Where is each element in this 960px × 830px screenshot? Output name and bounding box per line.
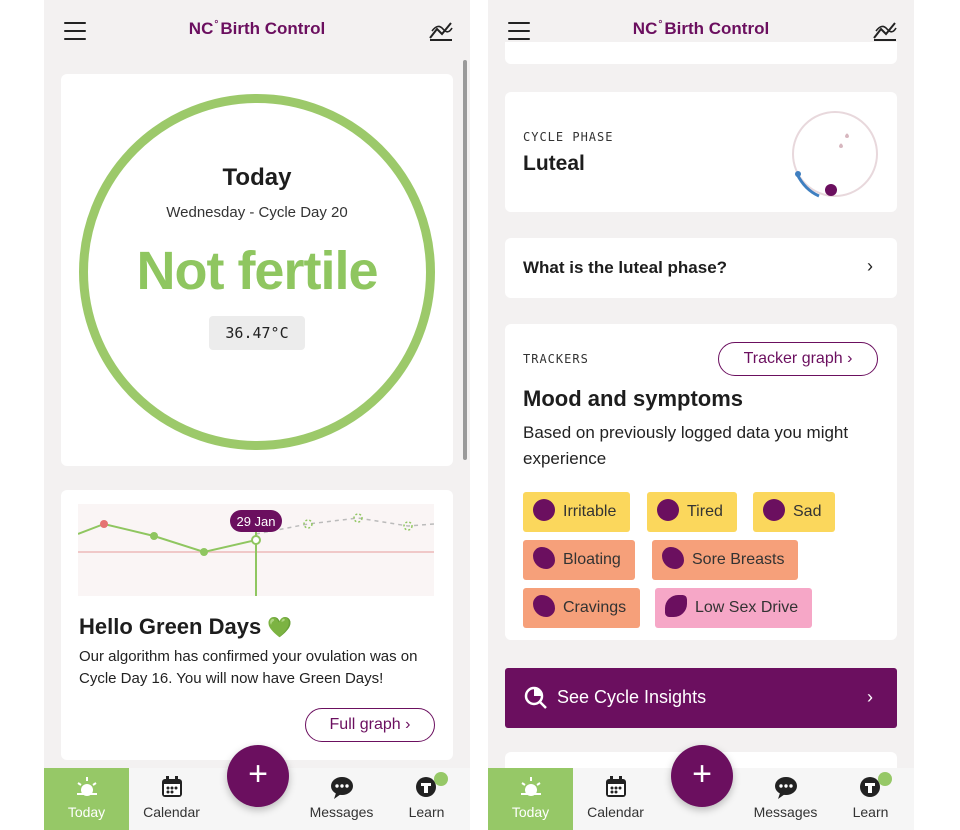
green-heart-icon: 💚	[267, 617, 293, 639]
fertility-status: Not fertile	[136, 241, 378, 301]
chip-cravings[interactable]: Cravings	[523, 588, 641, 628]
tired-face-icon	[657, 499, 679, 522]
graph-icon[interactable]	[428, 18, 454, 42]
graph-point	[150, 532, 158, 540]
nav-learn[interactable]: Learn	[384, 768, 469, 830]
graph-point	[200, 548, 208, 556]
scrollbar[interactable]	[463, 60, 467, 460]
chevron-right-icon: ›	[405, 716, 411, 733]
nav-messages[interactable]: Messages	[299, 768, 384, 830]
app-brand: NC° Birth Control	[632, 19, 770, 38]
green-days-title: Hello Green Days 💚	[79, 614, 293, 639]
messages-icon	[774, 777, 797, 799]
nav-messages[interactable]: Messages	[743, 768, 828, 830]
tracker-graph-button[interactable]: Tracker graph ›	[718, 342, 878, 376]
messages-icon	[330, 777, 353, 799]
luteal-phase-link[interactable]: What is the luteal phase? ›	[505, 238, 897, 298]
chip-irritable[interactable]: Irritable	[523, 492, 631, 532]
chevron-right-icon: ›	[847, 350, 853, 367]
phone-screen-cycle: NC° Birth Control CYCLE PHASE Luteal What…	[488, 0, 914, 830]
bloating-icon	[533, 547, 555, 570]
cycle-day-label: Wednesday - Cycle Day 20	[166, 204, 348, 221]
cycle-phase-name: Luteal	[523, 152, 585, 175]
chip-bloating[interactable]: Bloating	[523, 540, 635, 580]
graph-date-label: 29 Jan	[236, 514, 275, 529]
add-button[interactable]: +	[227, 745, 289, 807]
learn-notification-dot	[878, 772, 892, 786]
temperature-mini-graph[interactable]: 29 Jan	[78, 504, 434, 596]
nav-today[interactable]: Today	[44, 768, 129, 830]
graph-point	[251, 535, 261, 545]
graph-point	[100, 520, 108, 528]
trackers-label: TRACKERS	[523, 352, 589, 366]
temperature-badge[interactable]: 36.47°C	[209, 316, 305, 350]
chevron-right-icon: ›	[867, 256, 873, 276]
cravings-icon	[533, 595, 555, 618]
mood-title: Mood and symptoms	[523, 386, 744, 411]
sun-icon	[76, 777, 97, 796]
calendar-icon	[605, 776, 626, 797]
calendar-icon	[161, 776, 182, 797]
today-status-card[interactable]: Today Wednesday - Cycle Day 20 Not ferti…	[61, 74, 453, 466]
green-days-card: 29 Jan Hello Green Days 💚 Our algorithm …	[61, 490, 453, 760]
sad-face-icon	[763, 499, 785, 522]
chip-low-sex-drive[interactable]: Low Sex Drive	[655, 588, 813, 628]
chip-sad[interactable]: Sad	[753, 492, 836, 532]
nav-learn[interactable]: Learn	[828, 768, 913, 830]
insights-icon	[524, 686, 547, 709]
app-brand: NC° Birth Control	[188, 19, 326, 38]
full-graph-button[interactable]: Full graph ›	[305, 708, 435, 742]
chip-sore-breasts[interactable]: Sore Breasts	[652, 540, 799, 580]
sore-breasts-icon	[662, 547, 684, 570]
sun-icon	[520, 777, 541, 796]
learn-notification-dot	[434, 772, 448, 786]
cycle-phase-card[interactable]: CYCLE PHASE Luteal	[505, 92, 897, 212]
nav-calendar[interactable]: Calendar	[129, 768, 214, 830]
chip-tired[interactable]: Tired	[647, 492, 737, 532]
see-cycle-insights-button[interactable]: See Cycle Insights ›	[505, 668, 897, 728]
cycle-phase-dial-icon	[792, 111, 878, 198]
previous-card-edge	[505, 42, 897, 64]
low-sex-drive-icon	[665, 595, 687, 618]
nav-calendar[interactable]: Calendar	[573, 768, 658, 830]
mood-description: Based on previously logged data you migh…	[523, 423, 849, 468]
chevron-right-icon: ›	[867, 687, 873, 707]
green-days-text: Our algorithm has confirmed your ovulati…	[79, 648, 418, 687]
phone-screen-today: NC° Birth Control Today Wednesday - Cycle…	[44, 0, 470, 830]
graph-icon[interactable]	[872, 18, 898, 42]
trackers-card: TRACKERS Tracker graph › Mood and sympto…	[505, 324, 897, 640]
today-title: Today	[222, 164, 292, 191]
irritable-face-icon	[533, 499, 555, 522]
top-bar: NC° Birth Control	[44, 0, 470, 60]
add-button[interactable]: +	[671, 745, 733, 807]
cycle-phase-label: CYCLE PHASE	[523, 130, 614, 144]
nav-today[interactable]: Today	[488, 768, 573, 830]
